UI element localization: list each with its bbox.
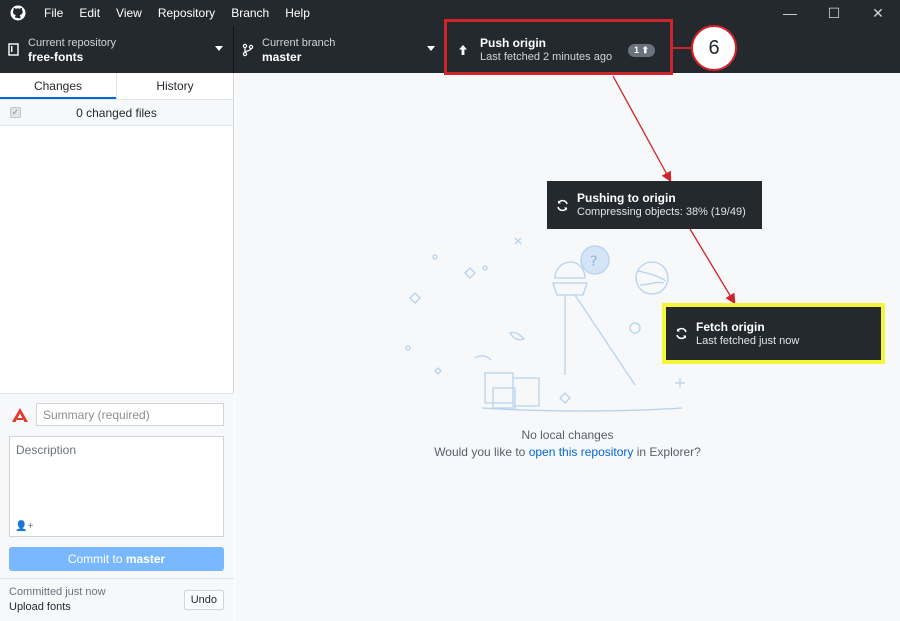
chevron-down-icon (427, 46, 435, 51)
branch-name: master (262, 49, 302, 64)
open-repo-prefix: Would you like to (434, 445, 529, 459)
svg-text:?: ? (590, 254, 597, 270)
no-changes-text: No local changes (521, 428, 614, 442)
commit-branch: master (125, 552, 166, 566)
step-number-badge: 6 (691, 25, 737, 71)
empty-state-illustration: ? (405, 237, 685, 412)
description-input[interactable] (10, 437, 223, 517)
menu-bar: File Edit View Repository Branch Help (36, 0, 318, 26)
changes-header: ✓ 0 changed files (0, 100, 233, 126)
sidebar: Changes History ✓ 0 changed files 👤+ Com… (0, 73, 234, 621)
sync-icon (666, 327, 696, 340)
commit-prefix: Commit to (67, 552, 126, 566)
open-repository-link[interactable]: open this repository (529, 445, 634, 459)
git-branch-icon (234, 43, 262, 57)
github-icon (0, 0, 36, 26)
annotation-connector (672, 47, 693, 49)
maximize-button[interactable]: ☐ (812, 0, 856, 26)
branch-label: Current branch (262, 36, 336, 49)
pushing-to-origin-state: Pushing to origin Compressing objects: 3… (547, 181, 762, 229)
menu-help[interactable]: Help (277, 0, 318, 26)
sidebar-tabs: Changes History (0, 73, 233, 100)
window-controls: — ☐ ✕ (768, 0, 900, 26)
repo-name: free-fonts (28, 49, 84, 64)
open-repo-suffix: in Explorer? (633, 445, 701, 459)
user-avatar-icon (9, 404, 31, 426)
repo-icon (0, 42, 28, 57)
last-commit-message: Upload fonts (9, 601, 71, 613)
menu-repository[interactable]: Repository (150, 0, 223, 26)
select-all-checkbox[interactable]: ✓ (10, 107, 21, 118)
current-branch-button[interactable]: Current branch master (234, 26, 446, 73)
pushing-progress: Compressing objects: 38% (19/49) (577, 206, 746, 218)
tab-changes[interactable]: Changes (0, 73, 116, 99)
menu-view[interactable]: View (108, 0, 150, 26)
tab-history[interactable]: History (116, 73, 233, 99)
menu-branch[interactable]: Branch (223, 0, 277, 26)
fetch-subtitle: Last fetched just now (696, 334, 800, 347)
description-field[interactable]: 👤+ (9, 436, 224, 537)
pushing-title: Pushing to origin (577, 191, 676, 205)
empty-state-message: No local changes Would you like to open … (235, 427, 900, 461)
sync-icon (547, 199, 577, 212)
repo-label: Current repository (28, 36, 117, 49)
fetch-title: Fetch origin (696, 319, 765, 334)
commit-form: 👤+ Commit to master (0, 393, 234, 578)
fetch-origin-button[interactable]: Fetch origin Last fetched just now (666, 307, 881, 360)
minimize-button[interactable]: — (768, 0, 812, 26)
current-repository-button[interactable]: Current repository free-fonts (0, 26, 234, 73)
commit-button[interactable]: Commit to master (9, 547, 224, 571)
chevron-down-icon (215, 46, 223, 51)
undo-button[interactable]: Undo (183, 590, 224, 610)
last-commit-panel: Committed just now Upload fonts Undo (0, 578, 234, 621)
annotation-highlight-box (444, 19, 673, 75)
add-coauthor-icon[interactable]: 👤+ (15, 521, 33, 532)
menu-file[interactable]: File (36, 0, 71, 26)
changed-files-count: 0 changed files (76, 105, 157, 120)
last-commit-time: Committed just now (9, 586, 106, 598)
menu-edit[interactable]: Edit (71, 0, 108, 26)
summary-input[interactable] (36, 403, 224, 426)
close-button[interactable]: ✕ (856, 0, 900, 26)
